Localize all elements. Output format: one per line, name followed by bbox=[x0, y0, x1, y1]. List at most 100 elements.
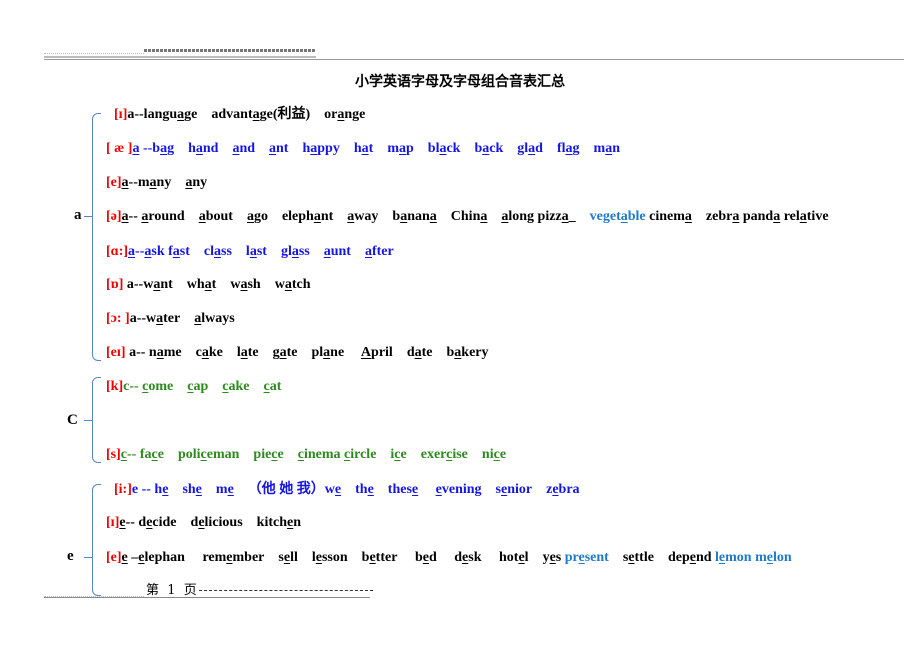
phonetic-symbol: [ə] bbox=[106, 209, 122, 224]
example-word: elephant bbox=[281, 209, 334, 224]
example-word: map bbox=[387, 141, 414, 156]
phonetic-symbol: [e] bbox=[106, 550, 122, 565]
example-word: e-- decide bbox=[119, 515, 177, 530]
phonics-row: [k]c-- come cap cake cat bbox=[106, 378, 281, 396]
example-word: along pizza_ bbox=[501, 209, 576, 224]
example-word: cat bbox=[263, 379, 282, 394]
phonetic-symbol: [ɒ] bbox=[106, 277, 124, 292]
phonetic-symbol: [ɪ] bbox=[114, 107, 128, 122]
header-rule-long bbox=[44, 59, 904, 60]
example-word: nice bbox=[481, 447, 507, 462]
phonics-row: [ɪ]a--language advantage(利益) orange bbox=[114, 106, 365, 124]
brace-a-tick bbox=[84, 216, 92, 217]
header-dashed-rule bbox=[144, 49, 316, 52]
phonics-row: [ æ ]a --bag hand and ant happy hat map black ba… bbox=[106, 140, 620, 158]
example-word: me bbox=[215, 482, 234, 497]
phonetic-symbol: [i:] bbox=[114, 482, 132, 497]
example-word: wash bbox=[230, 277, 261, 292]
example-word: depend lemon melon bbox=[667, 550, 792, 565]
phonetic-symbol: [ɔ: ] bbox=[106, 311, 130, 326]
brace-c-tick bbox=[84, 420, 92, 421]
footer-dashes bbox=[198, 590, 373, 591]
example-word: any bbox=[185, 175, 208, 190]
example-word: flag bbox=[556, 141, 580, 156]
example-word: a --bag bbox=[132, 141, 175, 156]
example-word: lesson bbox=[311, 550, 348, 565]
phonics-row: [eɪ] a-- name cake late gate plane April date… bbox=[106, 344, 489, 362]
phonetic-symbol: [k] bbox=[106, 379, 124, 394]
example-word: these bbox=[387, 482, 419, 497]
phonics-row: [ɑ:]a--ask fast class last glass aunt after bbox=[106, 243, 394, 261]
example-word: zebra bbox=[546, 482, 580, 497]
example-word: ago bbox=[246, 209, 268, 224]
example-word: cinema circle bbox=[297, 447, 377, 462]
example-word: April bbox=[360, 345, 393, 360]
example-word: a--language bbox=[127, 107, 198, 122]
example-word: ant bbox=[269, 141, 289, 156]
example-word: policeman bbox=[177, 447, 240, 462]
example-word: a--many bbox=[121, 175, 172, 190]
phonetic-symbol: [e] bbox=[106, 175, 122, 190]
example-word: glad bbox=[517, 141, 543, 156]
example-word: she bbox=[182, 482, 202, 497]
example-word: cake bbox=[222, 379, 250, 394]
phonetic-symbol: [eɪ] bbox=[106, 345, 126, 360]
page-number: 第 1 页 bbox=[146, 583, 197, 598]
example-word: aunt bbox=[323, 244, 351, 259]
example-word: settle bbox=[622, 550, 654, 565]
example-word: class bbox=[203, 244, 232, 259]
example-word: yes present bbox=[542, 550, 609, 565]
example-word: advantage(利益) bbox=[211, 107, 311, 122]
example-word: c-- come bbox=[123, 379, 174, 394]
phonics-row: [s]c-- face policeman piece cinema circle ic… bbox=[106, 446, 506, 464]
phonics-row: [ɪ]e-- decide delicious kitchen bbox=[106, 514, 301, 532]
example-word: bakery bbox=[446, 345, 489, 360]
example-word: remember bbox=[198, 550, 265, 565]
example-word: banana bbox=[392, 209, 437, 224]
example-word: the bbox=[355, 482, 374, 497]
example-word: watch bbox=[274, 277, 311, 292]
phonetic-symbol: [ɑ:] bbox=[106, 244, 129, 259]
header-rule bbox=[44, 56, 316, 58]
example-word: orange bbox=[324, 107, 366, 122]
example-word: a--ask fast bbox=[128, 244, 190, 259]
example-word: and bbox=[232, 141, 256, 156]
example-word: always bbox=[194, 311, 235, 326]
example-word: gate bbox=[272, 345, 298, 360]
phonics-row: [i:]e -- he she me （他 她 我）we the these evenin… bbox=[114, 481, 580, 499]
phonics-row: [ə]a-- around about ago elephant away banana C… bbox=[106, 208, 829, 226]
phonetic-symbol: [ æ ] bbox=[106, 141, 133, 156]
example-word: a-- around bbox=[121, 209, 185, 224]
group-letter: e bbox=[67, 548, 74, 564]
brace-e-tick bbox=[84, 557, 92, 558]
example-word: what bbox=[186, 277, 217, 292]
example-word: piece bbox=[253, 447, 284, 462]
phonics-row: [e]a--many any bbox=[106, 174, 207, 192]
example-word: cake bbox=[195, 345, 223, 360]
brace-e bbox=[92, 484, 101, 596]
example-word: back bbox=[474, 141, 504, 156]
example-word: about bbox=[198, 209, 233, 224]
example-word: man bbox=[593, 141, 620, 156]
example-word: c-- face bbox=[120, 447, 164, 462]
example-word: black bbox=[427, 141, 461, 156]
example-word: kitchen bbox=[256, 515, 302, 530]
example-word: happy bbox=[302, 141, 340, 156]
example-word: hotel bbox=[495, 550, 529, 565]
example-word: better bbox=[361, 550, 398, 565]
example-word: zebra panda relative bbox=[705, 209, 829, 224]
header-dotted-rule bbox=[44, 53, 144, 54]
example-word: cap bbox=[187, 379, 209, 394]
example-word: （他 她 我）we bbox=[247, 482, 342, 497]
example-word: sell bbox=[278, 550, 298, 565]
example-word: hand bbox=[188, 141, 219, 156]
example-word: late bbox=[236, 345, 259, 360]
example-word: desk bbox=[450, 550, 482, 565]
example-word: away bbox=[347, 209, 379, 224]
example-word: delicious bbox=[190, 515, 243, 530]
phonetic-symbol: [ɪ] bbox=[106, 515, 120, 530]
example-word: ice bbox=[390, 447, 407, 462]
example-word: a--water bbox=[129, 311, 181, 326]
example-word: exercise bbox=[420, 447, 468, 462]
phonics-row: [ɔ: ]a--water always bbox=[106, 310, 235, 328]
